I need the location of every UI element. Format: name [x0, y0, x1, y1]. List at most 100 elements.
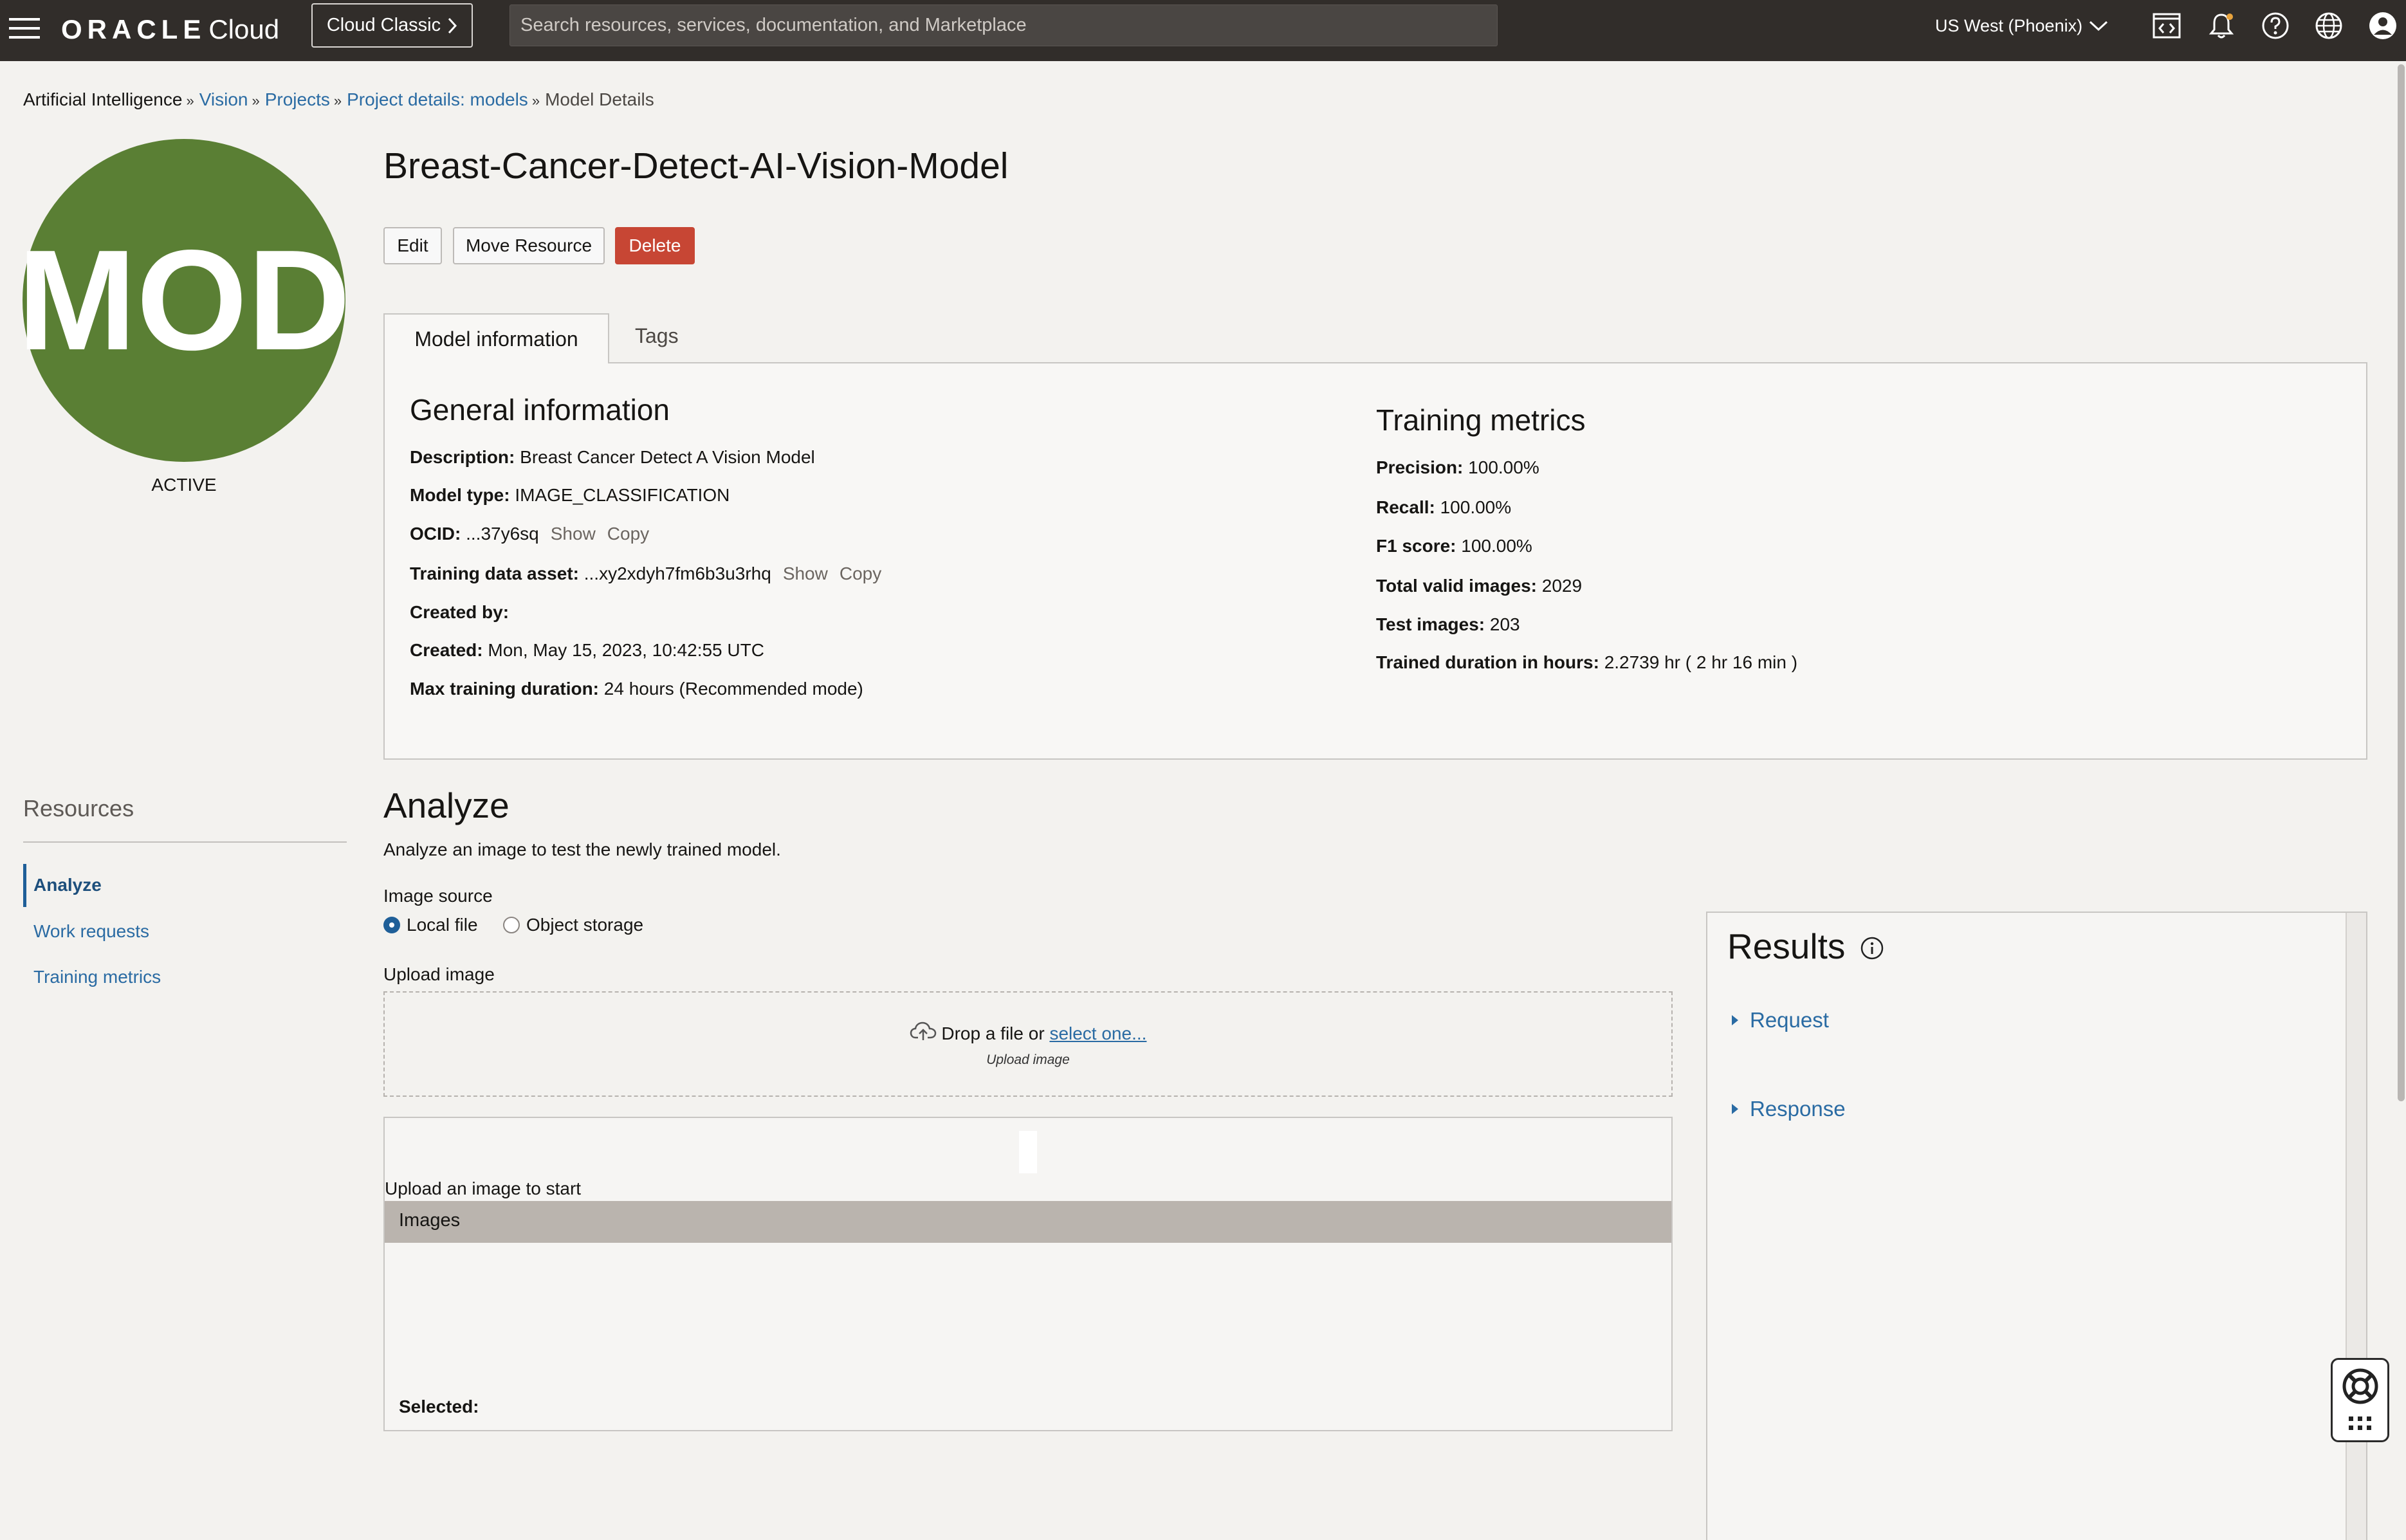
dropzone-prompt: Drop a file or select one...	[385, 1021, 1671, 1049]
breadcrumb-item-projects[interactable]: Projects	[265, 89, 330, 109]
response-label: Response	[1750, 1097, 1846, 1121]
metric-recall: Recall: 100.00%	[1376, 496, 1511, 519]
file-dropzone[interactable]: Drop a file or select one... Upload imag…	[383, 991, 1673, 1097]
radio-local-file[interactable]: Local file	[383, 913, 478, 937]
metric-label: Recall:	[1376, 497, 1435, 517]
radio-selected-icon	[383, 917, 400, 933]
active-item-indicator	[23, 864, 26, 907]
select-file-link[interactable]: select one...	[1049, 1023, 1146, 1043]
field-label: Created by:	[410, 602, 510, 622]
bell-icon[interactable]	[2205, 10, 2237, 42]
ocid-show-link[interactable]: Show	[551, 524, 596, 544]
globe-icon[interactable]	[2313, 10, 2345, 42]
field-ocid: OCID: ...37y6sq Show Copy	[410, 522, 649, 545]
delete-button[interactable]: Delete	[615, 227, 695, 264]
sidebar-item-training-metrics[interactable]: Training metrics	[33, 966, 161, 989]
breadcrumb-separator: »	[333, 93, 342, 109]
resources-heading: Resources	[23, 795, 134, 821]
page-root: ORACLECloud Cloud Classic US West (Phoen…	[0, 0, 2406, 1540]
logo-product: Cloud	[208, 14, 280, 44]
help-icon[interactable]	[2259, 10, 2291, 42]
help-widget[interactable]	[2331, 1358, 2389, 1442]
region-selector[interactable]: US West (Phoenix)	[1935, 12, 2108, 40]
logo-brand: ORACLE	[61, 14, 207, 44]
field-label: Training data asset:	[410, 564, 579, 583]
upload-image-label: Upload image	[383, 964, 495, 984]
dropzone-caption: Upload image	[986, 1052, 1070, 1067]
resources-divider	[23, 841, 347, 843]
metric-label: Trained duration in hours:	[1376, 652, 1599, 672]
metric-value: 2.2739 hr ( 2 hr 16 min )	[1604, 652, 1798, 672]
chevron-right-icon	[447, 17, 457, 35]
info-icon[interactable]	[1860, 936, 1884, 960]
breadcrumb: Artificial Intelligence» Vision» Projects»…	[23, 88, 654, 113]
tab-tags[interactable]: Tags	[635, 323, 679, 349]
request-section-toggle[interactable]: Request	[1731, 1007, 1829, 1033]
image-source-label: Image source	[383, 886, 493, 906]
radio-object-storage[interactable]: Object storage	[503, 913, 643, 937]
selected-label: Selected:	[399, 1397, 479, 1416]
breadcrumb-item-artificial-intelligence[interactable]: Artificial Intelligence	[23, 89, 182, 109]
status-label: ACTIVE	[151, 475, 217, 495]
images-header-label: Images	[399, 1210, 461, 1231]
field-label: Created:	[410, 640, 483, 660]
metric-total-valid-images: Total valid images: 2029	[1376, 574, 1582, 598]
field-created-by: Created by:	[410, 601, 509, 624]
field-description: Description: Breast Cancer Detect A Visi…	[410, 446, 815, 469]
profile-icon[interactable]	[2367, 10, 2399, 42]
tab-model-information[interactable]: Model information	[383, 313, 609, 363]
results-panel: Results Request Response	[1706, 912, 2367, 1540]
code-editor-icon[interactable]	[2151, 10, 2183, 42]
top-navigation-bar: ORACLECloud Cloud Classic US West (Phoen…	[0, 0, 2406, 61]
field-label: Max training duration:	[410, 679, 599, 699]
breadcrumb-item-vision[interactable]: Vision	[199, 89, 248, 109]
avatar-text: MOD	[17, 221, 351, 380]
sidebar-item-analyze[interactable]: Analyze	[33, 874, 102, 897]
move-resource-button[interactable]: Move Resource	[453, 227, 605, 264]
search-input[interactable]	[510, 5, 1498, 46]
breadcrumb-item-project-details[interactable]: Project details: models	[347, 89, 528, 109]
asset-show-link[interactable]: Show	[783, 564, 828, 583]
lifebuoy-icon	[2340, 1366, 2380, 1411]
asset-copy-link[interactable]: Copy	[840, 564, 881, 583]
images-panel: Upload an image to start Images Selected…	[383, 1117, 1673, 1431]
analyze-heading: Analyze	[383, 785, 510, 825]
edit-button[interactable]: Edit	[383, 227, 442, 264]
upload-start-text: Upload an image to start	[385, 1178, 582, 1198]
chevron-down-icon	[2089, 20, 2108, 32]
dropzone-text: Drop a file or	[941, 1023, 1045, 1043]
radio-label: Object storage	[526, 915, 644, 935]
caret-right-icon	[1731, 1103, 1740, 1115]
metric-test-images: Test images: 203	[1376, 613, 1520, 636]
metric-label: Total valid images:	[1376, 576, 1537, 596]
field-label: Model type:	[410, 485, 510, 505]
results-heading: Results	[1727, 926, 1846, 966]
page-scrollbar[interactable]	[2398, 64, 2405, 1101]
breadcrumb-separator: »	[252, 93, 260, 109]
radio-unselected-icon	[503, 917, 520, 933]
oracle-cloud-logo[interactable]: ORACLECloud	[61, 12, 279, 51]
response-section-toggle[interactable]: Response	[1731, 1096, 1846, 1122]
hamburger-menu-icon[interactable]	[9, 15, 40, 41]
field-value: Mon, May 15, 2023, 10:42:55 UTC	[488, 640, 764, 660]
region-label: US West (Phoenix)	[1935, 16, 2083, 35]
sidebar-item-work-requests[interactable]: Work requests	[33, 920, 149, 943]
field-label: Description:	[410, 447, 515, 467]
metric-value: 2029	[1541, 576, 1583, 596]
metric-precision: Precision: 100.00%	[1376, 456, 1539, 479]
field-training-data-asset: Training data asset: ...xy2xdyh7fm6b3u3r…	[410, 562, 881, 585]
general-information-heading: General information	[410, 393, 670, 426]
images-list-header: Images	[385, 1201, 1671, 1243]
metric-value: 100.00%	[1440, 497, 1512, 517]
breadcrumb-separator: »	[531, 93, 540, 109]
metric-f1-score: F1 score: 100.00%	[1376, 535, 1532, 558]
field-value: IMAGE_CLASSIFICATION	[515, 485, 730, 505]
model-avatar: MOD	[17, 139, 351, 462]
metric-label: Precision:	[1376, 457, 1464, 477]
cloud-classic-button[interactable]: Cloud Classic	[311, 3, 473, 48]
results-scrollbar[interactable]	[2346, 913, 2366, 1540]
metric-label: Test images:	[1376, 614, 1485, 634]
ocid-copy-link[interactable]: Copy	[607, 524, 649, 544]
grid-menu-icon	[2347, 1415, 2373, 1436]
metric-value: 203	[1489, 614, 1520, 634]
